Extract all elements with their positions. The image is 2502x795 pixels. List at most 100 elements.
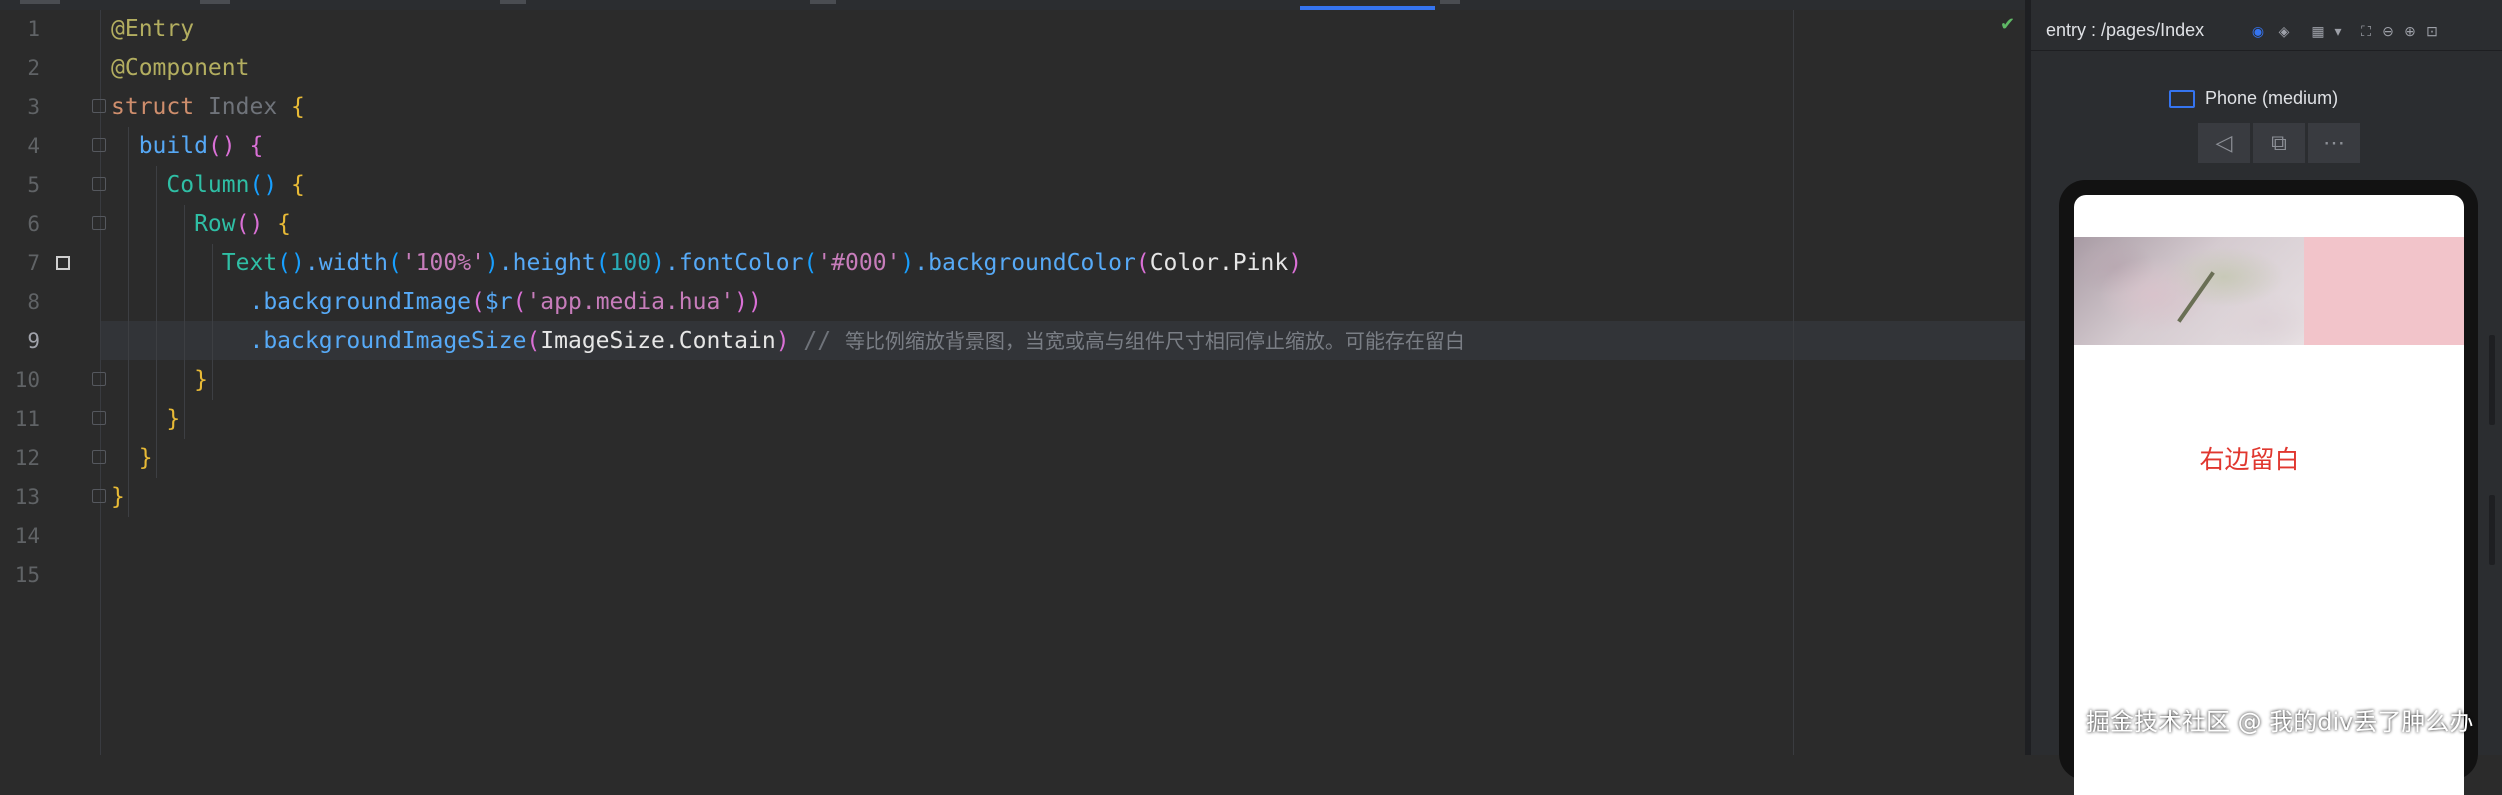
code-token: .backgroundImageSize [111,328,527,354]
code-token: Index [207,94,292,120]
code-token: Color.Pink [1149,250,1289,276]
line-number: 7 [27,251,40,275]
code-token: ImageSize.Contain [540,328,776,354]
code-token: struct [111,94,208,120]
code-line[interactable]: Row() { [111,205,291,244]
zoom-in-icon[interactable]: ⊕ [2403,24,2417,38]
line-number: 5 [27,173,40,197]
code-token: } [111,445,153,471]
code-line[interactable]: .backgroundImageSize(ImageSize.Contain) … [111,322,1465,361]
line-number: 1 [27,17,40,41]
code-token: ) [484,250,499,276]
eye-icon[interactable]: ◉ [2251,24,2265,38]
code-token: ( [803,250,818,276]
code-token: } [111,406,181,432]
code-token: () [207,133,250,159]
code-token: '#000' [817,250,901,276]
code-token: 'app.media.hua' [526,289,735,315]
device-label: Phone (medium) [2205,88,2339,108]
code-line[interactable]: Column() { [111,166,305,205]
code-line[interactable]: } [111,439,153,478]
tab-fragment[interactable] [20,0,60,4]
phone-frame: 右边留白 [2059,180,2478,795]
code-line[interactable]: struct Index { [111,88,305,127]
phone-side-button [2489,495,2495,565]
text-component-pink-background [2074,237,2464,345]
code-token: { [249,133,264,159]
code-line[interactable]: @Entry [111,10,194,49]
right-gap-caption: 右边留白 [2199,445,2300,474]
code-editor[interactable]: @Entry @Component struct Index { build() {… [101,10,2025,755]
line-number: 8 [27,290,40,314]
line-number: 15 [14,563,40,587]
watermark: 掘金技术社区 @ 我的div丢了肿么办 [2086,708,2474,736]
code-line[interactable]: Text().width('100%').height(100).fontCol… [111,244,1302,283]
code-token: ( [595,250,610,276]
tab-fragment[interactable] [200,0,230,4]
code-token: .fontColor [664,250,804,276]
code-token: 等比例缩放背景图，当宽或高与组件尺寸相同停止缩放。可能存在留白 [844,329,1465,353]
line-number: 11 [14,407,40,431]
previewer-header: entry : /pages/Index ◉ ◈ ▦ ▾ ⛶ ⊖ ⊕ ⊡ [2031,10,2502,51]
line-number: 9 [27,329,40,353]
code-token: @Component [111,55,250,81]
code-token: ) [651,250,665,276]
line-number: 10 [14,368,40,392]
code-token: ) [900,250,915,276]
code-token: // [803,328,845,354]
zoom-out-icon[interactable]: ⊖ [2381,24,2395,38]
code-token: () [249,172,292,198]
code-token: { [291,172,305,198]
tab-fragment[interactable] [1440,0,1460,4]
color-swatch-icon[interactable] [56,256,70,270]
code-token: } [111,367,208,393]
code-token: .backgroundImage [111,289,472,315]
crop-icon[interactable]: ⛶ [2359,24,2373,38]
code-token: ( [526,328,541,354]
background-flower-image [2074,237,2304,345]
rotate-icon[interactable]: ⧉ [2253,123,2305,163]
inspection-ok-icon[interactable]: ✔ [2000,14,2015,35]
fit-icon[interactable]: ⊡ [2425,24,2439,38]
grid-icon[interactable]: ▦ [2311,24,2325,38]
line-number: 4 [27,134,40,158]
code-token: () [277,250,305,276]
code-token: '100%' [401,250,485,276]
code-line[interactable]: } [111,400,180,439]
code-line[interactable]: @Component [111,49,249,88]
code-token: ( [471,289,485,315]
more-icon[interactable]: ⋯ [2308,123,2360,163]
code-token: ) [1288,250,1303,276]
layers-icon[interactable]: ◈ [2277,24,2291,38]
code-token: build [111,133,208,159]
chevron-down-icon[interactable]: ▾ [2331,24,2345,38]
editor-tab-strip[interactable] [0,0,2025,10]
line-number: 13 [14,485,40,509]
code-token: )) [734,289,762,315]
line-number: 2 [27,56,40,80]
code-token: ( [512,289,527,315]
phone-device-icon [2169,90,2195,108]
code-token: Column [111,172,250,198]
code-line[interactable]: } [111,361,208,400]
flower-stem [2177,271,2215,323]
line-number: 14 [14,524,40,548]
code-token: () [235,211,278,237]
code-token: Text [111,250,278,276]
previewer-title: entry : /pages/Index [2046,20,2205,40]
code-line[interactable]: build() { [111,127,264,166]
code-token: { [291,94,305,120]
line-number: 12 [14,446,40,470]
code-token: .height [498,250,596,276]
code-line[interactable]: } [111,478,125,517]
back-icon[interactable]: ◁ [2198,123,2250,163]
code-token: ( [1135,250,1150,276]
code-token: @Entry [111,16,195,42]
code-line[interactable]: .backgroundImage($r('app.media.hua')) [111,283,762,322]
code-token: $r [484,289,513,315]
tab-fragment[interactable] [810,0,836,4]
line-number-gutter: 1 2 3 4 5 6 7 8 9 10 11 12 13 14 15 [0,10,133,755]
right-margin-guide [1793,10,1794,755]
line-number: 6 [27,212,40,236]
tab-fragment[interactable] [500,0,526,4]
